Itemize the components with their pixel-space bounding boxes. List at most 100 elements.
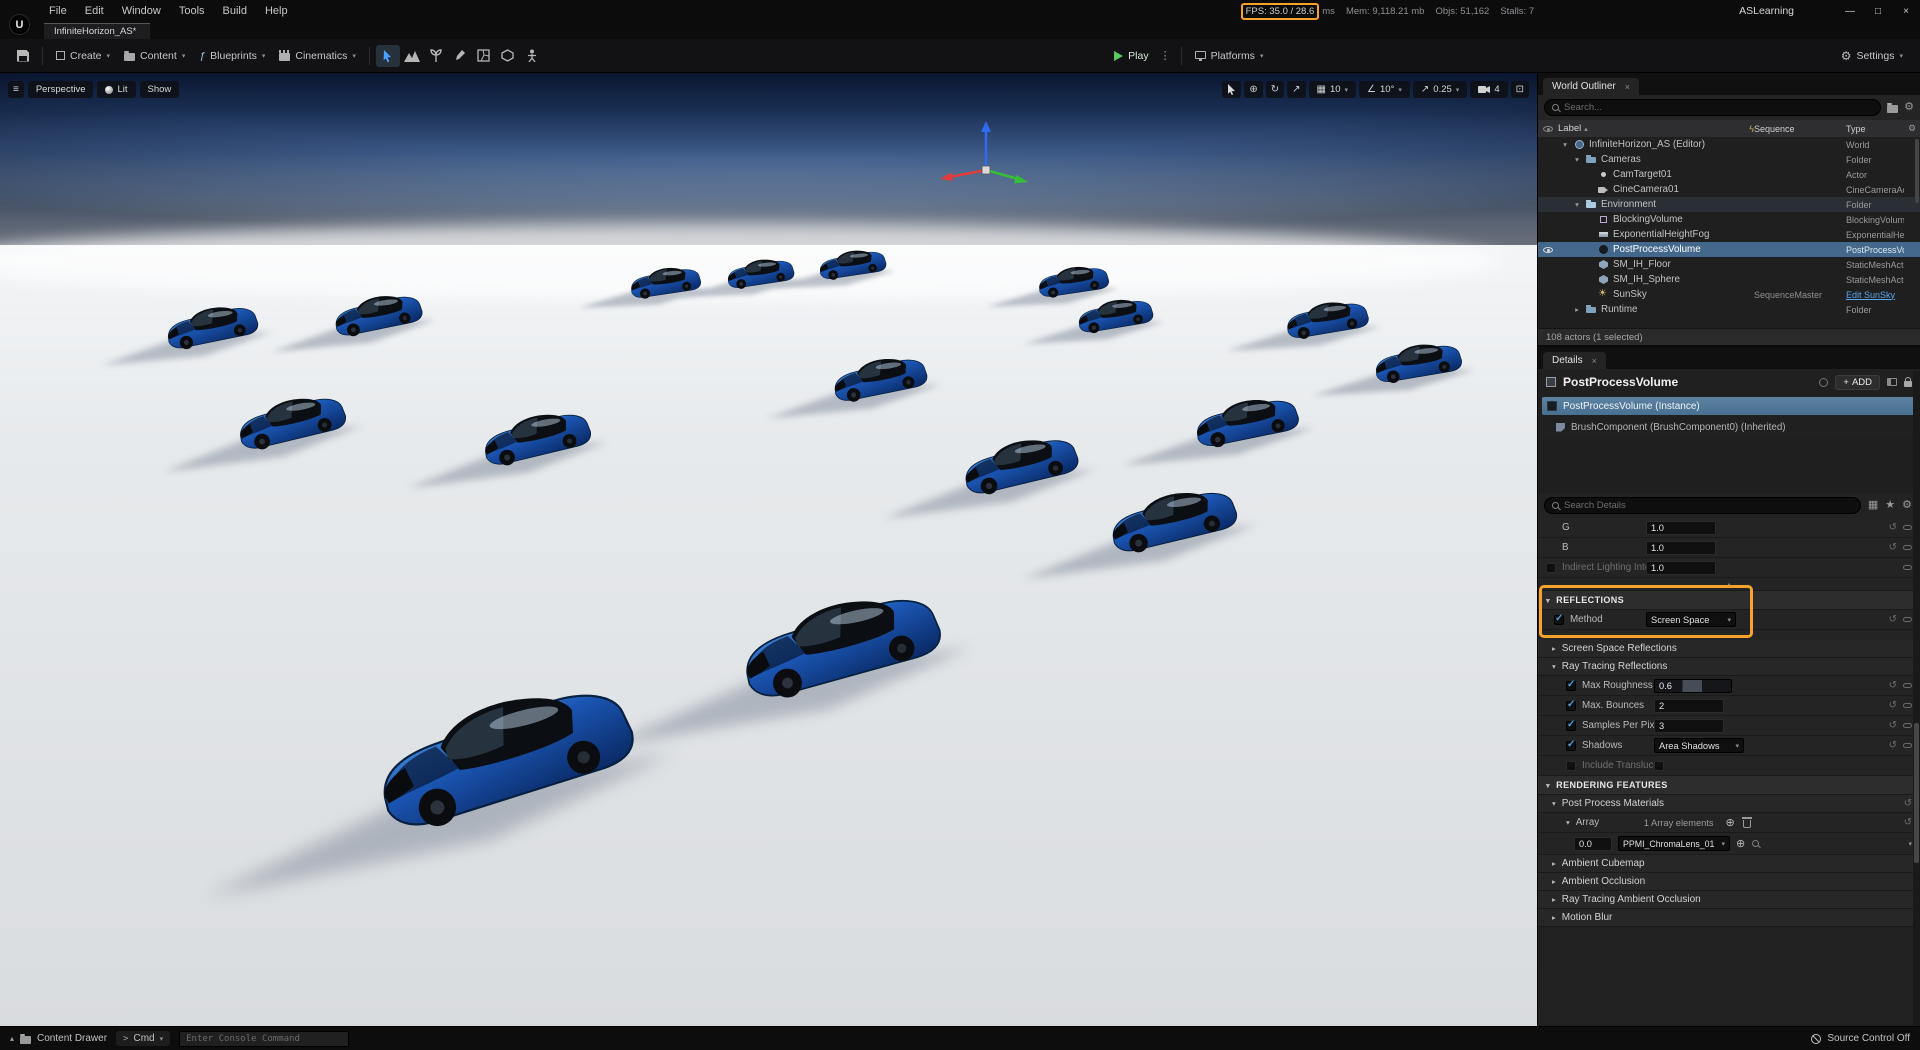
reset-icon[interactable]: ↺ [1889, 522, 1897, 533]
outliner-row[interactable]: SM_IH_Sphere StaticMeshActor [1538, 272, 1920, 287]
max-roughness-slider[interactable]: 0.6 [1654, 679, 1732, 693]
details-settings-button[interactable]: ⚙ [1902, 500, 1912, 511]
outliner-row[interactable]: SM_IH_Floor StaticMeshActor [1538, 257, 1920, 272]
bind-icon[interactable] [1903, 565, 1912, 570]
bind-icon[interactable] [1903, 743, 1912, 748]
outliner-row[interactable]: BlockingVolume BlockingVolume [1538, 212, 1920, 227]
eye-icon[interactable] [1543, 247, 1553, 253]
ray-tracing-reflections-category[interactable]: ▾ Ray Tracing Reflections [1538, 658, 1920, 676]
grid-snap-button[interactable]: ▦ 10▾ [1309, 81, 1357, 98]
viewport-options-button[interactable]: ≡ [8, 81, 24, 98]
ambient-occlusion-category[interactable]: ▸ Ambient Occlusion [1538, 873, 1920, 891]
category-collapse-bar[interactable]: ▴ [1538, 578, 1920, 591]
display-filter-button[interactable]: ▦ [1868, 500, 1878, 511]
reset-icon[interactable]: ↺ [1904, 817, 1912, 828]
outliner-search-box[interactable] [1544, 99, 1881, 116]
max-bounces-checkbox[interactable] [1566, 701, 1576, 711]
use-selected-asset-button[interactable]: ⊕ [1736, 837, 1745, 850]
foliage-mode-button[interactable] [424, 45, 448, 67]
component-row[interactable]: BrushComponent (BrushComponent0) (Inheri… [1538, 417, 1920, 437]
bind-icon[interactable] [1903, 683, 1912, 688]
add-element-button[interactable]: ⊕ [1726, 816, 1735, 829]
browse-to-asset-button[interactable] [1752, 840, 1759, 847]
element-index-input[interactable] [1574, 837, 1612, 851]
outliner-row-selected[interactable]: PostProcessVolume PostProcessVolume [1538, 242, 1920, 257]
ray-tracing-ao-category[interactable]: ▸ Ray Tracing Ambient Occlusion [1538, 891, 1920, 909]
method-checkbox[interactable] [1554, 615, 1564, 625]
include-translucent-value-checkbox[interactable] [1654, 761, 1664, 771]
ambient-cubemap-category[interactable]: ▸ Ambient Cubemap [1538, 855, 1920, 873]
outliner-row[interactable]: CineCamera01 CineCameraActor [1538, 182, 1920, 197]
create-button[interactable]: Create▾ [49, 46, 117, 66]
outliner-column-settings-icon[interactable]: ⚙ [1904, 124, 1920, 133]
new-folder-button[interactable] [1887, 105, 1898, 113]
max-bounces-input[interactable] [1654, 699, 1724, 713]
outliner-row[interactable]: ▾Cameras Folder [1538, 152, 1920, 167]
view-mode-button[interactable]: Lit [97, 81, 135, 98]
menu-edit[interactable]: Edit [76, 3, 113, 19]
show-flags-button[interactable]: Show [140, 81, 180, 98]
select-mode-button[interactable] [376, 45, 400, 67]
method-dropdown[interactable]: Screen Space▾ [1646, 612, 1736, 627]
camera-speed-button[interactable]: 4 [1470, 81, 1507, 98]
material-dropdown[interactable]: PPMI_ChromaLens_01▾ [1618, 836, 1730, 851]
minimize-button[interactable]: — [1836, 0, 1864, 22]
samples-input[interactable] [1654, 719, 1724, 733]
details-scrollbar-track[interactable] [1913, 371, 1920, 1026]
lock-icon[interactable] [1904, 381, 1912, 387]
add-component-button[interactable]: +ADD [1835, 375, 1880, 390]
delete-elements-button[interactable] [1743, 820, 1751, 828]
outliner-row[interactable]: CamTarget01 Actor [1538, 167, 1920, 182]
bind-icon[interactable] [1903, 525, 1912, 530]
b-value-input[interactable] [1646, 541, 1716, 555]
label-column-header[interactable]: Label [1558, 123, 1581, 134]
max-roughness-checkbox[interactable] [1566, 681, 1576, 691]
select-tool-button[interactable] [1222, 81, 1241, 98]
menu-file[interactable]: File [40, 3, 76, 19]
menu-help[interactable]: Help [256, 3, 297, 19]
rotation-snap-button[interactable]: ∠ 10°▾ [1359, 81, 1410, 98]
menu-window[interactable]: Window [113, 3, 170, 19]
outliner-scrollbar[interactable] [1915, 139, 1919, 203]
landscape-mode-button[interactable] [400, 45, 424, 67]
scale-tool-button[interactable]: ↗ [1287, 81, 1305, 98]
unreal-logo-icon[interactable]: U [9, 14, 30, 35]
perspective-button[interactable]: Perspective [28, 81, 94, 98]
level-viewport[interactable]: ≡ Perspective Lit Show ⊕ ↻ ↗ ▦ 10▾ ∠ 10°… [0, 73, 1537, 1026]
reset-icon[interactable]: ↺ [1889, 720, 1897, 731]
visibility-column-icon[interactable] [1543, 126, 1553, 132]
bind-icon[interactable] [1903, 617, 1912, 622]
edit-sunsky-link[interactable]: Edit SunSky [1846, 290, 1904, 300]
play-options-button[interactable]: ⋮ [1156, 49, 1175, 62]
panes-icon[interactable] [1887, 378, 1897, 386]
outliner-row[interactable]: ▾Environment Folder [1538, 197, 1920, 212]
console-command-input[interactable] [179, 1031, 349, 1047]
rotate-tool-button[interactable]: ↻ [1266, 81, 1284, 98]
cinematics-button[interactable]: Cinematics▾ [272, 46, 362, 66]
mesh-paint-mode-button[interactable] [448, 45, 472, 67]
menu-build[interactable]: Build [214, 3, 256, 19]
outliner-row[interactable]: SunSky SequenceMasterEdit SunSky [1538, 287, 1920, 302]
sequence-column-header[interactable]: Sequence [1754, 124, 1846, 134]
menu-tools[interactable]: Tools [170, 3, 214, 19]
indirect-lighting-checkbox[interactable] [1546, 563, 1556, 573]
brush-editing-mode-button[interactable] [496, 45, 520, 67]
outliner-row[interactable]: ExponentialHeightFog ExponentialHeightFo… [1538, 227, 1920, 242]
viewport-3d-scene[interactable] [0, 73, 1537, 1026]
animation-mode-button[interactable] [520, 45, 544, 67]
indirect-lighting-input[interactable] [1646, 561, 1716, 575]
reset-icon[interactable]: ↺ [1889, 740, 1897, 751]
close-icon[interactable]: × [1592, 356, 1597, 366]
play-button[interactable]: Play [1107, 46, 1155, 66]
move-tool-button[interactable]: ⊕ [1244, 81, 1262, 98]
bind-icon[interactable] [1903, 545, 1912, 550]
bind-icon[interactable] [1903, 723, 1912, 728]
post-process-materials-category[interactable]: ▾ Post Process Materials ↺ [1538, 795, 1920, 813]
tab-world-outliner[interactable]: World Outliner× [1543, 78, 1639, 95]
samples-checkbox[interactable] [1566, 721, 1576, 731]
outliner-row[interactable]: ▸Runtime Folder [1538, 302, 1920, 317]
outliner-settings-button[interactable]: ⚙ [1904, 102, 1914, 113]
screen-space-reflections-category[interactable]: ▸ Screen Space Reflections [1538, 640, 1920, 658]
close-button[interactable]: × [1892, 0, 1920, 22]
platforms-button[interactable]: Platforms▾ [1188, 46, 1271, 66]
